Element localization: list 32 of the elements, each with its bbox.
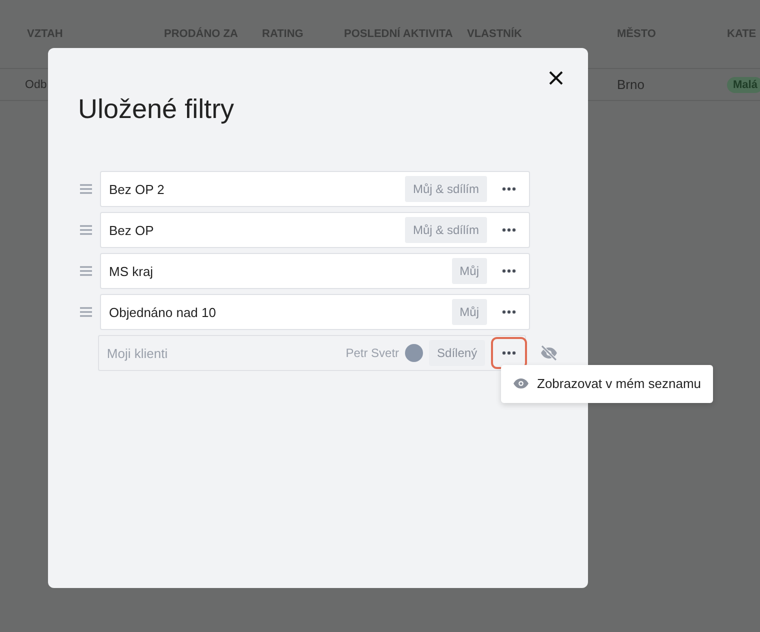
sharing-badge: Sdílený [429,340,486,366]
avatar-icon [405,344,424,362]
sharing-badge: Můj [452,299,487,325]
table-cell-text: Brno [617,77,646,92]
saved-filter-row[interactable]: Moji klienti Petr Svetr Sdílený [98,335,526,371]
drag-handle-icon[interactable] [80,266,92,276]
menu-item[interactable]: Zobrazovat v mém seznamu [501,365,714,403]
sharing-badge: Můj & sdílím [404,217,487,243]
drag-handle-icon[interactable] [80,307,92,317]
filter-name: MS kraj [109,264,154,278]
more-icon [502,310,516,314]
more-icon [502,351,516,355]
saved-filter-row[interactable]: Bez OP 2 Můj & sdílím [100,171,530,207]
more-icon [502,187,516,191]
drag-handle-icon[interactable] [80,225,92,235]
owner-name: Petr Svetr [346,346,400,360]
close-icon [549,71,563,85]
dialog-title: Uložené filtry [78,94,236,125]
filter-name: Moji klienti [106,346,169,360]
drag-handle-icon[interactable] [80,184,92,194]
eye-icon [513,378,529,389]
filter-name: Bez OP 2 [109,182,166,196]
saved-filter-row[interactable]: Objednáno nad 10 Můj [100,294,530,330]
filter-name: Bez OP [109,222,155,238]
saved-filter-row[interactable]: Bez OP Můj & sdílím [100,212,530,248]
saved-filter-row[interactable]: MS kraj Můj [100,253,530,289]
more-icon [502,269,516,273]
sharing-badge: Můj & sdílím [404,176,487,202]
more-icon [502,228,516,232]
table-cell-text: Odb [25,78,48,90]
filter-name: Objednáno nad 10 [109,304,217,320]
sharing-badge: Můj [452,258,487,284]
